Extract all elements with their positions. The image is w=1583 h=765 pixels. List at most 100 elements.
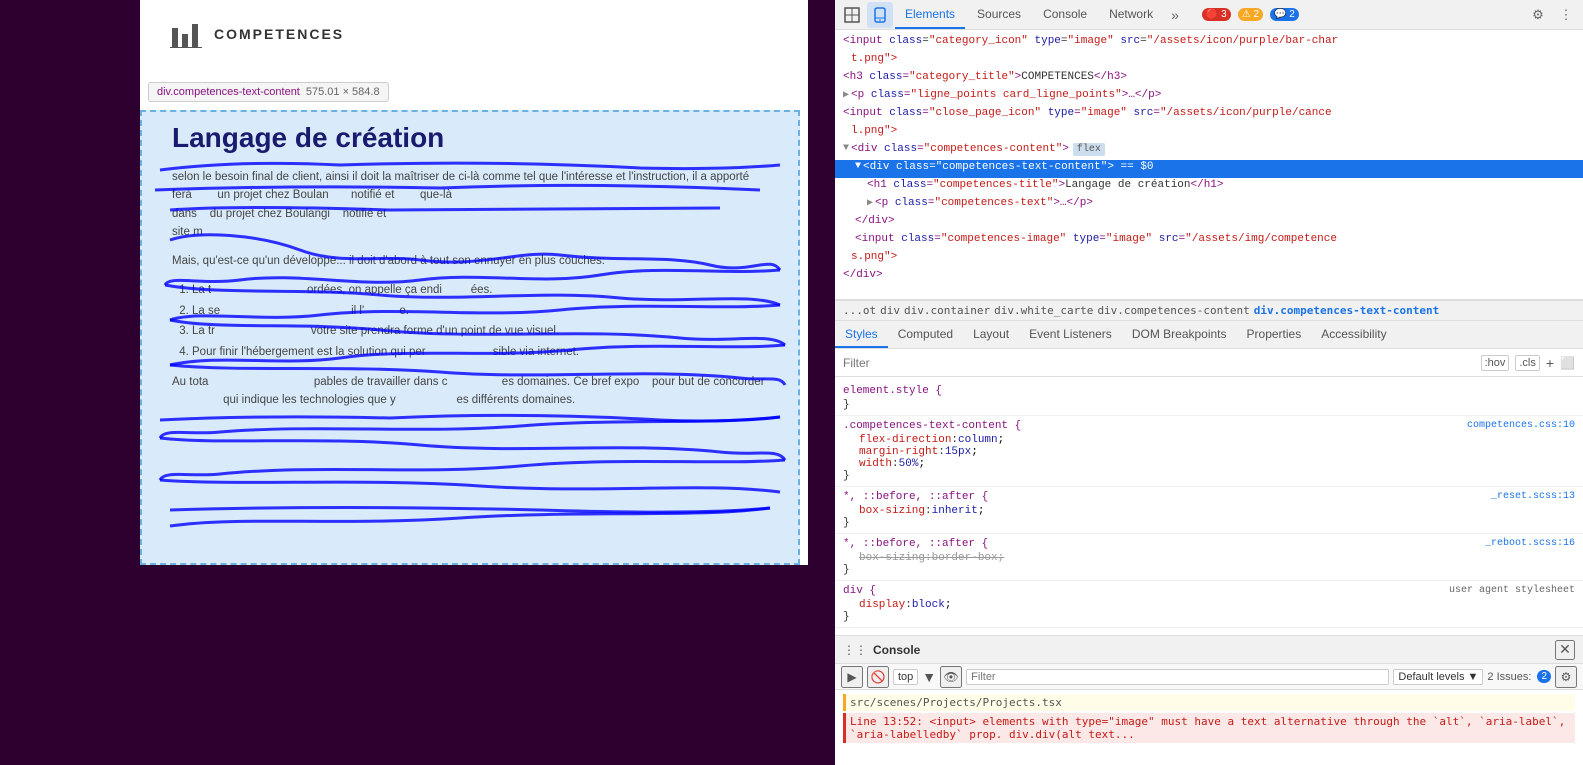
more-tabs-btn[interactable]: »	[1165, 7, 1185, 23]
html-panel: <input class="category_icon" type="image…	[835, 30, 1583, 300]
filter-add-btn[interactable]: +	[1546, 355, 1554, 371]
settings-btn[interactable]: ⚙	[1525, 2, 1551, 28]
css-panel: element.style { } .competences-text-cont…	[835, 377, 1583, 635]
tab-layout[interactable]: Layout	[963, 321, 1019, 348]
console-gear-btn[interactable]: ⚙	[1555, 666, 1577, 688]
html-line[interactable]: <h1 class="competences-title">Langage de…	[835, 178, 1583, 196]
tab-accessibility[interactable]: Accessibility	[1311, 321, 1396, 348]
html-line[interactable]: l.png">	[835, 124, 1583, 142]
warning-badge: ⚠ 2	[1238, 8, 1263, 21]
console-dropdown-btn[interactable]: ▼	[922, 669, 936, 685]
console-play-btn[interactable]: ▶	[841, 666, 863, 688]
issues-count-badge: 2	[1537, 670, 1551, 683]
html-line[interactable]: <input class="close_page_icon" type="ima…	[835, 106, 1583, 124]
inspect-icon	[844, 7, 860, 23]
console-issues-badge: 2 Issues: 2	[1487, 670, 1551, 683]
breadcrumb-item[interactable]: div.competences-text-content	[1254, 304, 1439, 317]
tab-network[interactable]: Network	[1099, 0, 1163, 29]
css-selector[interactable]: div {	[843, 585, 876, 597]
css-rule-reset: *, ::before, ::after { _reset.scss:13 bo…	[835, 487, 1583, 534]
filter-input[interactable]	[843, 356, 1475, 370]
content-heading: Langage de création	[172, 122, 768, 154]
device-icon	[872, 7, 888, 23]
css-prop[interactable]: flex-direction	[859, 434, 951, 446]
list-item: La se il l' e.	[192, 301, 768, 322]
console-filter-input[interactable]	[966, 669, 1389, 685]
html-line[interactable]: <input class="category_icon" type="image…	[835, 34, 1583, 52]
css-source[interactable]: _reset.scss:13	[1491, 491, 1575, 503]
html-line[interactable]: <h3 class="category_title">COMPETENCES</…	[835, 70, 1583, 88]
html-line[interactable]: t.png">	[835, 52, 1583, 70]
tab-dom-breakpoints[interactable]: DOM Breakpoints	[1122, 321, 1237, 348]
list-item: Pour finir l'hébergement est la solution…	[192, 342, 768, 363]
filter-hov-btn[interactable]: :hov	[1481, 355, 1510, 371]
element-tooltip: div.competences-text-content 575.01 × 58…	[148, 82, 389, 102]
page-title: COMPETENCES	[214, 26, 344, 42]
tab-sources[interactable]: Sources	[967, 0, 1031, 29]
html-line[interactable]: ▼ <div class="competences-content"> flex	[835, 142, 1583, 160]
tab-properties[interactable]: Properties	[1237, 321, 1312, 348]
bar-chart-icon	[170, 20, 202, 48]
device-toggle-btn[interactable]	[867, 2, 893, 28]
css-rule-div: div { user agent stylesheet display : bl…	[835, 581, 1583, 628]
css-rule-reboot: *, ::before, ::after { _reboot.scss:16 b…	[835, 534, 1583, 581]
console-output: src/scenes/Projects/Projects.tsx Line 13…	[835, 690, 1583, 765]
console-top-select[interactable]: top	[893, 669, 918, 685]
content-para-1: selon le besoin final de client, ainsi i…	[172, 168, 768, 242]
breadcrumb-item[interactable]: ...ot	[843, 304, 876, 317]
css-selector[interactable]: *, ::before, ::after {	[843, 538, 988, 550]
css-prop[interactable]: display	[859, 599, 905, 611]
css-selector[interactable]: .competences-text-content {	[843, 420, 1021, 432]
tab-elements[interactable]: Elements	[895, 0, 965, 29]
css-rule-header: *, ::before, ::after { _reboot.scss:16	[843, 538, 1575, 550]
html-line[interactable]: ▶ <p class="competences-text">…</p>	[835, 196, 1583, 214]
tab-event-listeners[interactable]: Event Listeners	[1019, 321, 1122, 348]
breadcrumb-item[interactable]: div.competences-content	[1097, 304, 1249, 317]
css-selector[interactable]: element.style {	[843, 385, 942, 397]
css-value: 15px	[945, 446, 971, 458]
filter-bar: :hov .cls + ⬜	[835, 349, 1583, 377]
breadcrumb-item[interactable]: div.container	[904, 304, 990, 317]
css-source[interactable]: competences.css:10	[1467, 420, 1575, 432]
css-source[interactable]: _reboot.scss:16	[1485, 538, 1575, 550]
highlighted-content-area: Langage de création selon le besoin fina…	[140, 110, 800, 565]
html-line[interactable]: <input class="competences-image" type="i…	[835, 232, 1583, 250]
css-selector[interactable]: *, ::before, ::after {	[843, 491, 988, 503]
css-rule-competences: .competences-text-content { competences.…	[835, 416, 1583, 487]
console-message: src/scenes/Projects/Projects.tsx	[843, 694, 1575, 711]
console-block-btn[interactable]: 🚫	[867, 666, 889, 688]
css-prop[interactable]: box-sizing	[859, 552, 925, 564]
html-line[interactable]: s.png">	[835, 250, 1583, 268]
html-line[interactable]: ▶ <p class="ligne_points card_ligne_poin…	[835, 88, 1583, 106]
console-eye-btn[interactable]: 👁	[940, 666, 962, 688]
css-close-brace: }	[843, 611, 850, 623]
html-line[interactable]: </div>	[835, 268, 1583, 286]
tab-console[interactable]: Console	[1033, 0, 1097, 29]
html-line[interactable]: </div>	[835, 214, 1583, 232]
css-prop[interactable]: width	[859, 458, 892, 470]
breadcrumb-item[interactable]: div.white_carte	[994, 304, 1093, 317]
console-levels-select[interactable]: Default levels ▼	[1393, 669, 1483, 685]
list-item: La tr votre site prendra forme d'un poin…	[192, 321, 768, 342]
tab-computed[interactable]: Computed	[888, 321, 963, 348]
css-source: user agent stylesheet	[1449, 585, 1575, 597]
css-close-brace: }	[843, 470, 850, 482]
filter-fullscreen-btn[interactable]: ⬜	[1560, 356, 1575, 370]
console-title: Console	[873, 643, 920, 657]
inspect-element-btn[interactable]	[839, 2, 865, 28]
html-line-selected[interactable]: ▼ <div class="competences-text-content">…	[835, 160, 1583, 178]
css-prop[interactable]: margin-right	[859, 446, 938, 458]
tab-styles[interactable]: Styles	[835, 321, 888, 348]
css-close-brace: }	[843, 399, 850, 411]
more-options-btn[interactable]: ⋮	[1553, 2, 1579, 28]
css-close-brace: }	[843, 517, 850, 529]
css-prop[interactable]: box-sizing	[859, 505, 925, 517]
console-close-btn[interactable]: ✕	[1555, 640, 1575, 660]
badge-group: 🔴 3 ⚠ 2 💬 2	[1199, 8, 1299, 21]
tooltip-tag: div.competences-text-content	[157, 86, 300, 98]
filter-cls-btn[interactable]: .cls	[1515, 355, 1540, 371]
css-rule-header: *, ::before, ::after { _reset.scss:13	[843, 491, 1575, 503]
breadcrumb-item[interactable]: div	[880, 304, 900, 317]
console-drag-btn[interactable]: ⋮⋮	[843, 643, 867, 657]
css-value: column	[958, 434, 998, 446]
